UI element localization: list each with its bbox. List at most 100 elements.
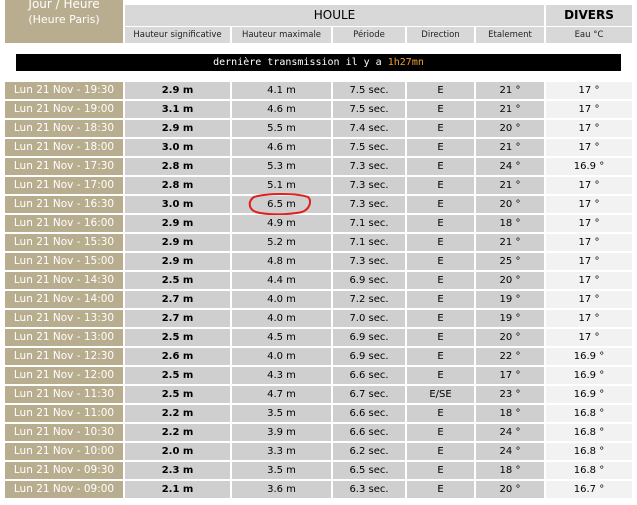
hauteur-significative-cell: 2.5 m [125, 272, 230, 289]
etalement-cell: 23 ° [476, 386, 544, 403]
table-row: Lun 21 Nov - 15:30 2.9 m 5.2 m 7.1 sec. E 21 … [5, 234, 632, 251]
hauteur-significative-cell: 2.2 m [125, 424, 230, 441]
etalement-cell: 18 ° [476, 405, 544, 422]
hauteur-significative-cell: 2.3 m [125, 462, 230, 479]
eau-temperature-cell: 16.9 ° [546, 158, 632, 175]
table-row: Lun 21 Nov - 19:30 2.9 m 4.1 m 7.5 sec. E 21 … [5, 82, 632, 99]
hauteur-maximale-cell: 3.6 m [232, 481, 331, 498]
periode-cell: 7.3 sec. [333, 177, 405, 194]
hauteur-maximale-cell: 4.0 m [232, 310, 331, 327]
hauteur-maximale-cell: 4.8 m [232, 253, 331, 270]
table-row: Lun 21 Nov - 16:30 3.0 m 6.5 m 7.3 sec. E 20 … [5, 196, 632, 213]
row-datetime-cell: Lun 21 Nov - 18:00 [5, 139, 123, 156]
hauteur-significative-cell: 2.6 m [125, 348, 230, 365]
hauteur-maximale-cell: 3.3 m [232, 443, 331, 460]
periode-cell: 7.4 sec. [333, 120, 405, 137]
date-time-header: Jour / Heure (Heure Paris) [5, 0, 123, 43]
row-datetime-cell: Lun 21 Nov - 16:00 [5, 215, 123, 232]
periode-cell: 7.3 sec. [333, 196, 405, 213]
hauteur-significative-cell: 2.9 m [125, 120, 230, 137]
eau-temperature-cell: 17 ° [546, 253, 632, 270]
etalement-cell: 21 ° [476, 82, 544, 99]
direction-cell: E [407, 481, 474, 498]
eau-temperature-cell: 16.8 ° [546, 405, 632, 422]
table-row: Lun 21 Nov - 19:00 3.1 m 4.6 m 7.5 sec. E 21 … [5, 101, 632, 118]
table-row: Lun 21 Nov - 14:30 2.5 m 4.4 m 6.9 sec. E 20 … [5, 272, 632, 289]
hauteur-maximale-cell: 4.7 m [232, 386, 331, 403]
row-datetime-cell: Lun 21 Nov - 10:30 [5, 424, 123, 441]
direction-cell: E [407, 234, 474, 251]
eau-temperature-cell: 16.9 ° [546, 367, 632, 384]
etalement-cell: 24 ° [476, 158, 544, 175]
table-row: Lun 21 Nov - 17:00 2.8 m 5.1 m 7.3 sec. E 21 … [5, 177, 632, 194]
eau-temperature-cell: 16.9 ° [546, 348, 632, 365]
etalement-cell: 24 ° [476, 443, 544, 460]
etalement-cell: 20 ° [476, 329, 544, 346]
hauteur-maximale-cell: 5.2 m [232, 234, 331, 251]
direction-cell: E [407, 82, 474, 99]
direction-cell: E [407, 177, 474, 194]
etalement-cell: 21 ° [476, 101, 544, 118]
eau-temperature-cell: 17 ° [546, 291, 632, 308]
etalement-cell: 25 ° [476, 253, 544, 270]
direction-cell: E [407, 348, 474, 365]
eau-temperature-cell: 16.7 ° [546, 481, 632, 498]
col-header-direction: Direction [407, 27, 474, 43]
row-datetime-cell: Lun 21 Nov - 16:30 [5, 196, 123, 213]
periode-cell: 7.1 sec. [333, 234, 405, 251]
direction-cell: E [407, 291, 474, 308]
hauteur-significative-cell: 2.5 m [125, 329, 230, 346]
row-datetime-cell: Lun 21 Nov - 12:30 [5, 348, 123, 365]
row-datetime-cell: Lun 21 Nov - 11:00 [5, 405, 123, 422]
last-transmission-banner: dernière transmission il y a 1h27mn [16, 54, 621, 71]
direction-cell: E [407, 443, 474, 460]
eau-temperature-cell: 17 ° [546, 101, 632, 118]
eau-temperature-cell: 17 ° [546, 177, 632, 194]
periode-cell: 6.3 sec. [333, 481, 405, 498]
etalement-cell: 24 ° [476, 424, 544, 441]
hauteur-significative-cell: 3.0 m [125, 139, 230, 156]
houle-group-header: HOULE [125, 5, 544, 26]
row-datetime-cell: Lun 21 Nov - 12:00 [5, 367, 123, 384]
hauteur-significative-cell: 3.1 m [125, 101, 230, 118]
hauteur-maximale-cell: 4.4 m [232, 272, 331, 289]
etalement-cell: 17 ° [476, 367, 544, 384]
col-header-hauteur-maximale: Hauteur maximale [232, 27, 331, 43]
etalement-cell: 21 ° [476, 234, 544, 251]
eau-temperature-cell: 17 ° [546, 120, 632, 137]
periode-cell: 7.3 sec. [333, 158, 405, 175]
row-datetime-cell: Lun 21 Nov - 18:30 [5, 120, 123, 137]
hauteur-significative-cell: 2.9 m [125, 234, 230, 251]
table-row: Lun 21 Nov - 17:30 2.8 m 5.3 m 7.3 sec. E 24 … [5, 158, 632, 175]
hauteur-significative-cell: 2.9 m [125, 253, 230, 270]
direction-cell: E [407, 272, 474, 289]
row-datetime-cell: Lun 21 Nov - 19:00 [5, 101, 123, 118]
etalement-cell: 18 ° [476, 462, 544, 479]
etalement-cell: 18 ° [476, 215, 544, 232]
etalement-cell: 20 ° [476, 120, 544, 137]
etalement-cell: 21 ° [476, 177, 544, 194]
hauteur-maximale-cell: 4.6 m [232, 101, 331, 118]
periode-cell: 6.7 sec. [333, 386, 405, 403]
eau-temperature-cell: 16.9 ° [546, 386, 632, 403]
hauteur-maximale-cell: 5.5 m [232, 120, 331, 137]
direction-cell: E [407, 139, 474, 156]
hauteur-significative-cell: 2.5 m [125, 367, 230, 384]
direction-cell: E [407, 101, 474, 118]
hauteur-maximale-cell: 4.5 m [232, 329, 331, 346]
row-datetime-cell: Lun 21 Nov - 11:30 [5, 386, 123, 403]
col-header-etalement: Etalement [476, 27, 544, 43]
eau-temperature-cell: 16.8 ° [546, 424, 632, 441]
table-row: Lun 21 Nov - 11:00 2.2 m 3.5 m 6.6 sec. E 18 … [5, 405, 632, 422]
row-datetime-cell: Lun 21 Nov - 13:00 [5, 329, 123, 346]
periode-cell: 7.5 sec. [333, 139, 405, 156]
hauteur-significative-cell: 2.2 m [125, 405, 230, 422]
divers-group-header: DIVERS [546, 5, 632, 26]
table-row: Lun 21 Nov - 09:30 2.3 m 3.5 m 6.5 sec. E 18 … [5, 462, 632, 479]
periode-cell: 7.0 sec. [333, 310, 405, 327]
etalement-cell: 20 ° [476, 272, 544, 289]
periode-cell: 6.5 sec. [333, 462, 405, 479]
table-row: Lun 21 Nov - 09:00 2.1 m 3.6 m 6.3 sec. E 20 … [5, 481, 632, 498]
table-row: Lun 21 Nov - 11:30 2.5 m 4.7 m 6.7 sec. E/SE… [5, 386, 632, 403]
table-row: Lun 21 Nov - 10:30 2.2 m 3.9 m 6.6 sec. E 24 … [5, 424, 632, 441]
